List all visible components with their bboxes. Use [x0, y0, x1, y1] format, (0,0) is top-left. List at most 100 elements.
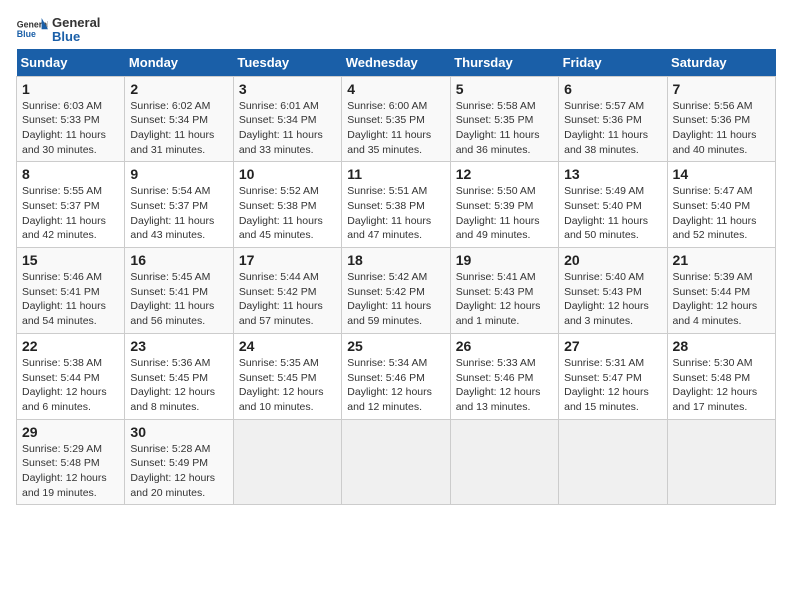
calendar-cell: 3 Sunrise: 6:01 AM Sunset: 5:34 PM Daylig…: [233, 76, 341, 162]
day-number: 20: [564, 252, 661, 268]
calendar-cell: 12 Sunrise: 5:50 AM Sunset: 5:39 PM Dayli…: [450, 162, 558, 248]
calendar-cell: 19 Sunrise: 5:41 AM Sunset: 5:43 PM Dayli…: [450, 248, 558, 334]
logo-icon: General Blue: [16, 16, 48, 44]
day-number: 1: [22, 81, 119, 97]
calendar-cell: 20 Sunrise: 5:40 AM Sunset: 5:43 PM Dayli…: [559, 248, 667, 334]
header-thursday: Thursday: [450, 49, 558, 77]
day-info: Sunrise: 5:29 AM Sunset: 5:48 PM Dayligh…: [22, 442, 119, 501]
calendar-cell: 22 Sunrise: 5:38 AM Sunset: 5:44 PM Dayli…: [17, 333, 125, 419]
calendar-cell: 2 Sunrise: 6:02 AM Sunset: 5:34 PM Daylig…: [125, 76, 233, 162]
day-number: 19: [456, 252, 553, 268]
day-info: Sunrise: 6:00 AM Sunset: 5:35 PM Dayligh…: [347, 99, 444, 158]
day-info: Sunrise: 5:50 AM Sunset: 5:39 PM Dayligh…: [456, 184, 553, 243]
day-info: Sunrise: 6:01 AM Sunset: 5:34 PM Dayligh…: [239, 99, 336, 158]
day-info: Sunrise: 5:40 AM Sunset: 5:43 PM Dayligh…: [564, 270, 661, 329]
svg-text:Blue: Blue: [17, 29, 36, 39]
day-info: Sunrise: 5:52 AM Sunset: 5:38 PM Dayligh…: [239, 184, 336, 243]
day-number: 23: [130, 338, 227, 354]
calendar-cell: 4Sunrise: 6:00 AM Sunset: 5:35 PM Daylig…: [342, 76, 450, 162]
day-info: Sunrise: 5:36 AM Sunset: 5:45 PM Dayligh…: [130, 356, 227, 415]
calendar-cell: 21 Sunrise: 5:39 AM Sunset: 5:44 PM Dayli…: [667, 248, 775, 334]
day-info: Sunrise: 5:51 AM Sunset: 5:38 PM Dayligh…: [347, 184, 444, 243]
calendar-cell: 26 Sunrise: 5:33 AM Sunset: 5:46 PM Dayli…: [450, 333, 558, 419]
day-number: 30: [130, 424, 227, 440]
day-info: Sunrise: 5:46 AM Sunset: 5:41 PM Dayligh…: [22, 270, 119, 329]
calendar-cell: 25 Sunrise: 5:34 AM Sunset: 5:46 PM Dayli…: [342, 333, 450, 419]
calendar-cell: 1 Sunrise: 6:03 AM Sunset: 5:33 PM Daylig…: [17, 76, 125, 162]
calendar-cell: [450, 419, 558, 505]
header-sunday: Sunday: [17, 49, 125, 77]
day-number: 14: [673, 166, 770, 182]
day-number: 6: [564, 81, 661, 97]
day-info: Sunrise: 5:54 AM Sunset: 5:37 PM Dayligh…: [130, 184, 227, 243]
header-monday: Monday: [125, 49, 233, 77]
logo-general: General: [52, 16, 100, 30]
calendar-cell: 18Sunrise: 5:42 AM Sunset: 5:42 PM Dayli…: [342, 248, 450, 334]
calendar-header-row: SundayMondayTuesdayWednesdayThursdayFrid…: [17, 49, 776, 77]
calendar-cell: 10 Sunrise: 5:52 AM Sunset: 5:38 PM Dayli…: [233, 162, 341, 248]
day-number: 29: [22, 424, 119, 440]
day-info: Sunrise: 5:49 AM Sunset: 5:40 PM Dayligh…: [564, 184, 661, 243]
day-number: 7: [673, 81, 770, 97]
calendar-cell: 7 Sunrise: 5:56 AM Sunset: 5:36 PM Daylig…: [667, 76, 775, 162]
day-info: Sunrise: 5:28 AM Sunset: 5:49 PM Dayligh…: [130, 442, 227, 501]
day-info: Sunrise: 5:55 AM Sunset: 5:37 PM Dayligh…: [22, 184, 119, 243]
calendar-cell: 15 Sunrise: 5:46 AM Sunset: 5:41 PM Dayli…: [17, 248, 125, 334]
day-number: 17: [239, 252, 336, 268]
day-info: Sunrise: 5:38 AM Sunset: 5:44 PM Dayligh…: [22, 356, 119, 415]
calendar-week-1: 1 Sunrise: 6:03 AM Sunset: 5:33 PM Daylig…: [17, 76, 776, 162]
logo: General Blue General Blue: [16, 16, 100, 45]
calendar-cell: [667, 419, 775, 505]
day-number: 27: [564, 338, 661, 354]
calendar-cell: 16Sunrise: 5:45 AM Sunset: 5:41 PM Dayli…: [125, 248, 233, 334]
calendar-week-3: 15 Sunrise: 5:46 AM Sunset: 5:41 PM Dayli…: [17, 248, 776, 334]
header-friday: Friday: [559, 49, 667, 77]
day-number: 15: [22, 252, 119, 268]
calendar-cell: 27 Sunrise: 5:31 AM Sunset: 5:47 PM Dayli…: [559, 333, 667, 419]
day-info: Sunrise: 6:02 AM Sunset: 5:34 PM Dayligh…: [130, 99, 227, 158]
calendar-cell: 24 Sunrise: 5:35 AM Sunset: 5:45 PM Dayli…: [233, 333, 341, 419]
day-number: 21: [673, 252, 770, 268]
day-info: Sunrise: 5:34 AM Sunset: 5:46 PM Dayligh…: [347, 356, 444, 415]
day-number: 2: [130, 81, 227, 97]
calendar-cell: [342, 419, 450, 505]
day-number: 18: [347, 252, 444, 268]
calendar-cell: 13 Sunrise: 5:49 AM Sunset: 5:40 PM Dayli…: [559, 162, 667, 248]
day-number: 3: [239, 81, 336, 97]
calendar-cell: 14 Sunrise: 5:47 AM Sunset: 5:40 PM Dayli…: [667, 162, 775, 248]
calendar-week-5: 29 Sunrise: 5:29 AM Sunset: 5:48 PM Dayli…: [17, 419, 776, 505]
calendar-cell: 23 Sunrise: 5:36 AM Sunset: 5:45 PM Dayli…: [125, 333, 233, 419]
day-number: 25: [347, 338, 444, 354]
header-wednesday: Wednesday: [342, 49, 450, 77]
calendar-cell: 28Sunrise: 5:30 AM Sunset: 5:48 PM Dayli…: [667, 333, 775, 419]
day-info: Sunrise: 5:39 AM Sunset: 5:44 PM Dayligh…: [673, 270, 770, 329]
calendar-cell: 30 Sunrise: 5:28 AM Sunset: 5:49 PM Dayli…: [125, 419, 233, 505]
day-number: 24: [239, 338, 336, 354]
calendar-cell: 5Sunrise: 5:58 AM Sunset: 5:35 PM Daylig…: [450, 76, 558, 162]
logo-blue: Blue: [52, 30, 100, 44]
day-number: 11: [347, 166, 444, 182]
page-header: General Blue General Blue: [16, 16, 776, 45]
day-info: Sunrise: 5:41 AM Sunset: 5:43 PM Dayligh…: [456, 270, 553, 329]
header-saturday: Saturday: [667, 49, 775, 77]
day-info: Sunrise: 5:56 AM Sunset: 5:36 PM Dayligh…: [673, 99, 770, 158]
day-number: 12: [456, 166, 553, 182]
header-tuesday: Tuesday: [233, 49, 341, 77]
day-info: Sunrise: 5:58 AM Sunset: 5:35 PM Dayligh…: [456, 99, 553, 158]
day-info: Sunrise: 5:47 AM Sunset: 5:40 PM Dayligh…: [673, 184, 770, 243]
calendar-cell: 29 Sunrise: 5:29 AM Sunset: 5:48 PM Dayli…: [17, 419, 125, 505]
calendar-cell: 6Sunrise: 5:57 AM Sunset: 5:36 PM Daylig…: [559, 76, 667, 162]
day-info: Sunrise: 5:33 AM Sunset: 5:46 PM Dayligh…: [456, 356, 553, 415]
day-number: 13: [564, 166, 661, 182]
day-number: 26: [456, 338, 553, 354]
calendar-week-4: 22 Sunrise: 5:38 AM Sunset: 5:44 PM Dayli…: [17, 333, 776, 419]
calendar-table: SundayMondayTuesdayWednesdayThursdayFrid…: [16, 49, 776, 506]
day-info: Sunrise: 5:31 AM Sunset: 5:47 PM Dayligh…: [564, 356, 661, 415]
day-number: 9: [130, 166, 227, 182]
day-info: Sunrise: 6:03 AM Sunset: 5:33 PM Dayligh…: [22, 99, 119, 158]
day-number: 22: [22, 338, 119, 354]
day-number: 10: [239, 166, 336, 182]
day-info: Sunrise: 5:30 AM Sunset: 5:48 PM Dayligh…: [673, 356, 770, 415]
day-info: Sunrise: 5:35 AM Sunset: 5:45 PM Dayligh…: [239, 356, 336, 415]
day-number: 16: [130, 252, 227, 268]
